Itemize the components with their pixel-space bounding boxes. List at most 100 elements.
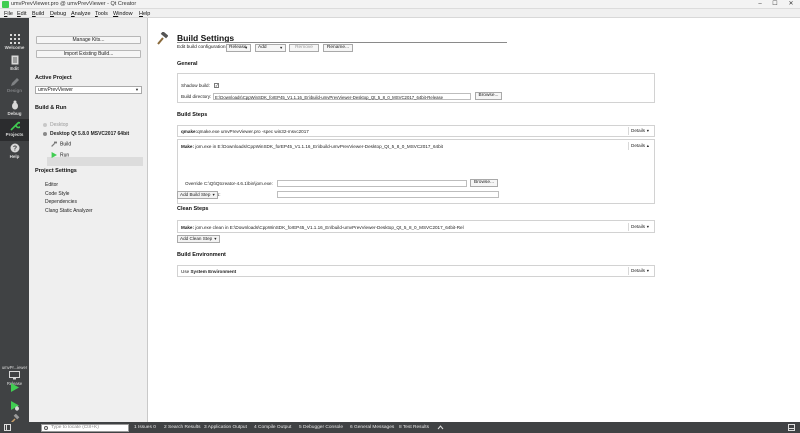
target-project-name: umvPr...iewer [1, 365, 28, 370]
tab-compile-output[interactable]: 4 Compile Output [254, 425, 291, 430]
tab-search-results[interactable]: 2 Search Results [164, 425, 201, 430]
title-bar: umvPrevViewer.pro @ umvPrevViewer - Qt C… [0, 0, 800, 9]
settings-item-editor[interactable]: Editor [45, 182, 58, 188]
tab-debugger-console[interactable]: 5 Debugger Console [299, 425, 343, 430]
clean-details-label: Details [631, 224, 646, 229]
qmake-details-button[interactable]: Details▼ [628, 127, 652, 135]
tree-item-kit-label: Desktop Qt 5.8.0 MSVC2017 64bit [50, 131, 130, 137]
active-project-value: umvPrevViewer [38, 87, 73, 93]
run-icon[interactable] [9, 382, 20, 393]
close-button[interactable]: ✕ [785, 0, 797, 9]
output-pane-toggle-icon[interactable] [788, 424, 795, 431]
hammer-icon [157, 32, 168, 45]
add-clean-step-label: Add Clean Step [180, 236, 213, 241]
chevron-down-icon: ▼ [135, 87, 139, 92]
manage-kits-button[interactable]: Manage Kits... [36, 36, 141, 44]
tree-item-kit[interactable]: Desktop Qt 5.8.0 MSVC2017 64bit [43, 131, 129, 137]
locator-input[interactable]: Type to locate (Ctrl+K) [41, 423, 129, 432]
menu-tools[interactable]: Tools [95, 11, 108, 17]
menu-analyze[interactable]: Analyze [71, 11, 91, 17]
add-configuration-label: Add [258, 45, 267, 50]
remove-configuration-button[interactable]: Remove [289, 44, 319, 52]
menu-file[interactable]: File [4, 11, 13, 17]
build-directory-label: Build directory: [181, 94, 212, 99]
mode-projects-label: Projects [5, 132, 24, 137]
maximize-button[interactable]: ☐ [769, 0, 781, 9]
clean-steps-heading: Clean Steps [177, 206, 209, 212]
tree-item-run[interactable]: Run [51, 152, 69, 158]
add-build-step-button[interactable]: Add Build Step ▼ [177, 191, 219, 199]
tree-item-build-label: Build [60, 141, 72, 148]
status-bar: Type to locate (Ctrl+K) 1 Issues 0 2 Sea… [0, 422, 800, 433]
shadow-build-checkbox[interactable]: ✓ [214, 83, 219, 88]
build-steps-heading: Build Steps [177, 112, 208, 118]
mode-design[interactable]: Design [0, 75, 29, 97]
tab-general-messages[interactable]: 6 General Messages [350, 425, 394, 430]
tab-issues[interactable]: 1 Issues 0 [134, 425, 156, 430]
search-icon [44, 425, 48, 430]
build-configuration-select[interactable]: Release ▼ [226, 44, 251, 52]
build-settings-page: Build Settings Edit build configuration:… [149, 18, 800, 422]
build-environment-box: Use System Environment Details▼ [177, 265, 655, 277]
make-step-text: jom.exe in E:\Downloads\CppWinSDK_forEP4… [195, 144, 443, 149]
mode-debug-label: Debug [7, 111, 22, 116]
mode-welcome[interactable]: Welcome [0, 32, 29, 54]
chevron-down-icon: ▼ [646, 129, 650, 133]
settings-item-dependencies[interactable]: Dependencies [45, 199, 77, 205]
menu-build[interactable]: Build [32, 11, 44, 17]
general-box: Shadow build: ✓ Build directory: E:\Down… [177, 73, 655, 103]
qmake-step-summary: qmake:qmake.exe umvPrevViewer.pro -spec … [181, 129, 309, 134]
qt-creator-logo-icon [2, 1, 9, 8]
sidebar-toggle-icon[interactable] [4, 424, 11, 431]
make-step: Make: jom.exe in E:\Downloads\CppWinSDK_… [177, 139, 655, 204]
override-field[interactable] [277, 180, 467, 187]
run-icon [51, 152, 57, 158]
clean-details-button[interactable]: Details▼ [628, 223, 652, 231]
settings-item-clang-static-analyzer[interactable]: Clang Static Analyzer [45, 208, 93, 214]
qmake-step: qmake:qmake.exe umvPrevViewer.pro -spec … [177, 125, 655, 137]
mode-help[interactable]: ? Help [0, 141, 29, 163]
import-existing-build-button[interactable]: Import Existing Build... [36, 50, 141, 58]
monitor-icon [43, 131, 47, 136]
environment-details-label: Details [631, 268, 646, 273]
minimize-button[interactable]: – [754, 0, 766, 9]
chevron-down-icon: ▼ [646, 269, 650, 273]
menu-window[interactable]: Window [113, 11, 133, 17]
build-run-heading: Build & Run [35, 105, 67, 111]
mode-design-label: Design [6, 88, 22, 93]
menu-debug[interactable]: Debug [50, 11, 66, 17]
add-configuration-button[interactable]: Add ▼ [255, 44, 286, 52]
add-clean-step-button[interactable]: Add Clean Step ▼ [177, 235, 221, 243]
mode-edit[interactable]: Edit [0, 53, 29, 75]
menu-help[interactable]: Help [139, 11, 150, 17]
debug-run-icon[interactable] [9, 400, 20, 411]
active-project-select[interactable]: umvPrevViewer ▼ [35, 86, 142, 94]
clean-make-step: Make: jom.exe clean in E:\Downloads\CppW… [177, 220, 655, 233]
tab-test-results[interactable]: 8 Test Results [399, 425, 429, 430]
tab-application-output[interactable]: 3 Application Output [204, 425, 247, 430]
make-arguments-field[interactable] [277, 191, 499, 198]
chevron-up-icon[interactable] [437, 424, 444, 431]
rename-configuration-button[interactable]: Rename... [323, 44, 353, 52]
mode-debug[interactable]: Debug [0, 98, 29, 120]
active-project-heading: Active Project [35, 75, 72, 81]
locator-placeholder: Type to locate (Ctrl+K) [51, 424, 99, 430]
tree-item-desktop[interactable]: Desktop [43, 122, 68, 128]
window-title: umvPrevViewer.pro @ umvPrevViewer - Qt C… [11, 1, 137, 7]
menu-edit[interactable]: Edit [17, 11, 26, 17]
hammer-icon [51, 141, 57, 147]
project-settings-heading: Project Settings [35, 168, 77, 174]
environment-details-button[interactable]: Details▼ [628, 267, 652, 275]
document-icon [11, 55, 18, 65]
override-label: Override C:\Qt\Qtcreator-4.6.1\bin\jom.e… [185, 181, 273, 186]
tab-issues-label: 1 Issues [134, 424, 152, 430]
settings-item-code-style[interactable]: Code Style [45, 191, 69, 197]
tree-item-build[interactable]: Build [51, 141, 71, 147]
make-details-label: Details [631, 143, 646, 148]
make-details-button[interactable]: Details▲ [628, 142, 652, 150]
browse-build-directory-button[interactable]: Browse... [475, 92, 502, 100]
mode-projects[interactable]: Projects [0, 119, 29, 141]
build-directory-field[interactable]: E:\Downloads\CppWinSDK_forEP45_V1.1.16_E… [213, 93, 471, 100]
browse-override-button[interactable]: Browse... [470, 179, 498, 187]
bug-icon [11, 100, 18, 110]
